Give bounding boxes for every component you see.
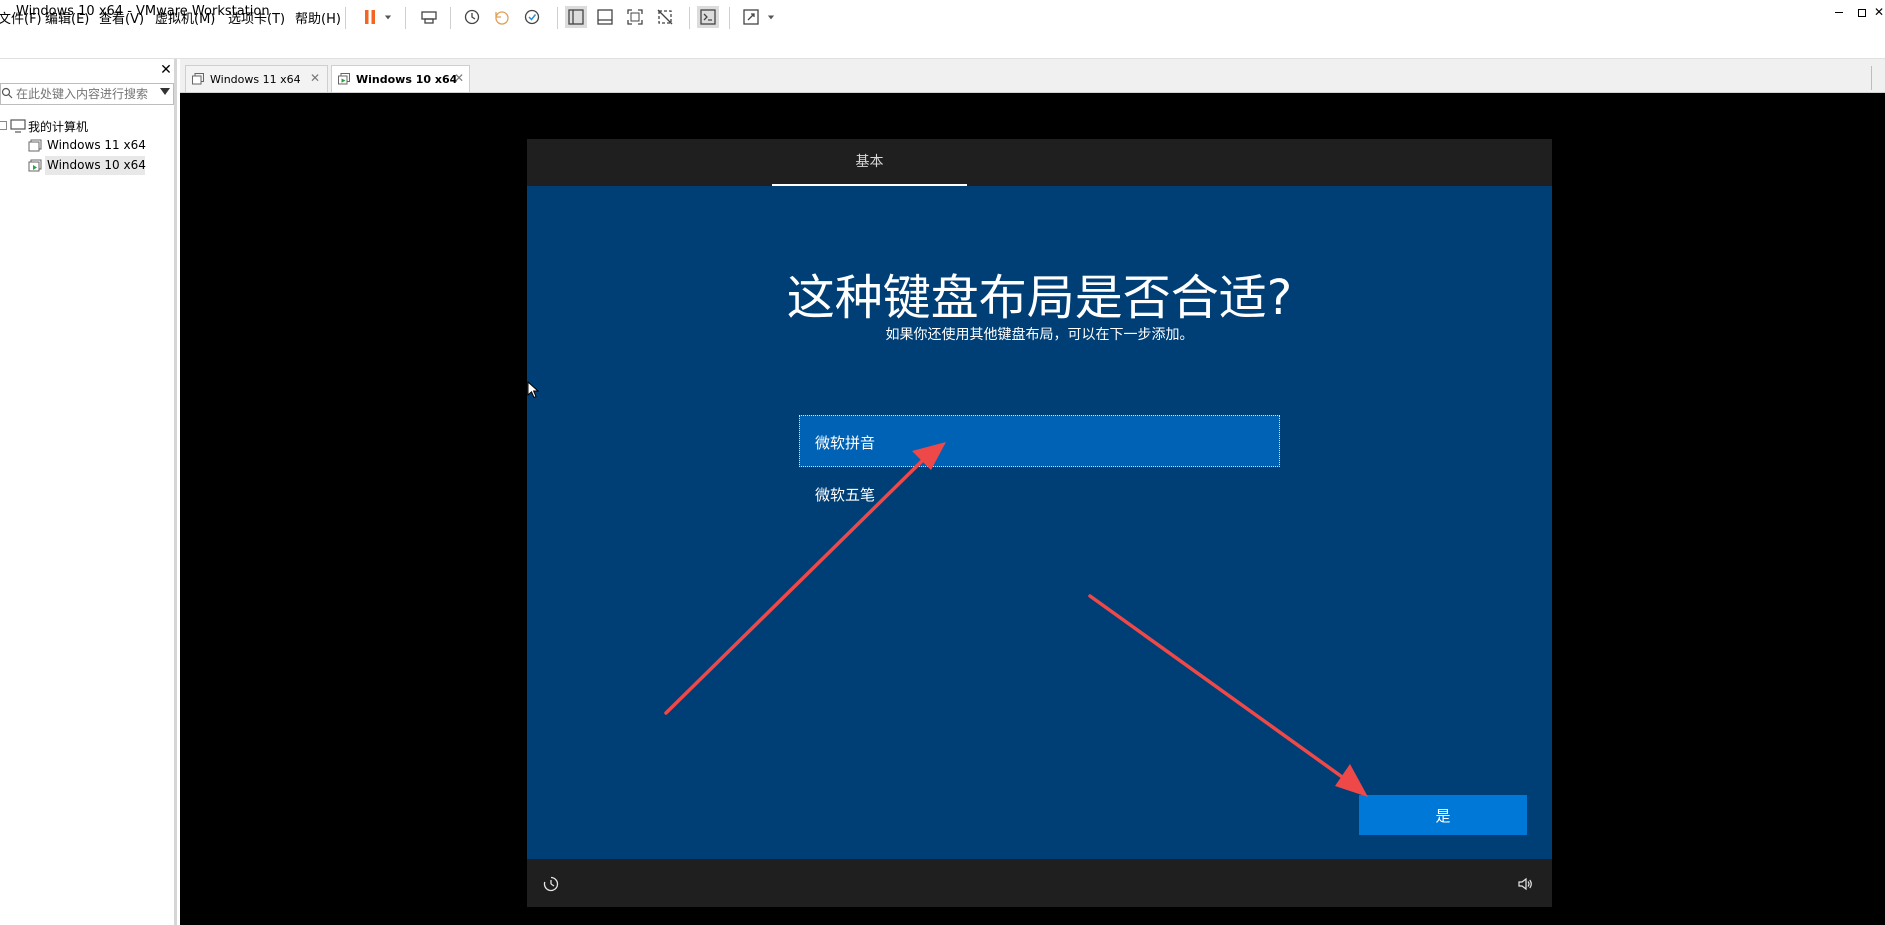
console-view-button[interactable] <box>697 6 719 28</box>
pause-icon <box>365 10 375 24</box>
chevron-down-icon <box>384 15 392 20</box>
setup-footer-bar <box>527 859 1552 907</box>
toolbar-separator <box>405 7 406 29</box>
running-vm-icon <box>338 73 350 85</box>
keyboard-send-icon <box>421 11 437 24</box>
stretch-dropdown[interactable] <box>764 6 778 28</box>
tab-strip-divider <box>1871 66 1872 90</box>
tab-label: Windows 11 x64 <box>210 73 301 86</box>
volume-button[interactable] <box>1516 875 1534 893</box>
library-search-input[interactable] <box>16 86 150 102</box>
menu-vm[interactable]: 虚拟机(M) <box>155 8 215 27</box>
full-screen-button[interactable] <box>624 6 646 28</box>
revert-icon <box>495 11 509 25</box>
clock-icon <box>464 9 480 25</box>
close-icon: ✕ <box>1873 5 1885 19</box>
tree-item-windows-10[interactable]: Windows 10 x64 <box>47 158 146 172</box>
close-window-button[interactable]: ✕ <box>1868 2 1885 22</box>
menu-file[interactable]: 文件(F) <box>0 8 42 27</box>
stretch-guest-button[interactable] <box>740 6 762 28</box>
vm-icon <box>192 73 204 85</box>
library-sidebar <box>0 59 177 925</box>
toolbar-separator <box>557 7 558 29</box>
setup-tab-underline <box>772 184 967 186</box>
menu-bar <box>0 24 1885 59</box>
show-thumbnail-bar-button[interactable] <box>594 6 616 28</box>
full-screen-icon <box>627 9 643 25</box>
search-icon <box>1 87 13 99</box>
unity-button[interactable] <box>654 6 676 28</box>
speaker-icon <box>1518 877 1532 891</box>
search-dropdown-icon[interactable] <box>160 88 170 95</box>
tab-windows-10[interactable]: Windows 10 x64 ✕ <box>331 65 470 92</box>
computer-icon <box>10 119 26 133</box>
accessibility-icon <box>543 876 559 892</box>
toolbar-separator <box>450 7 451 29</box>
menu-edit[interactable]: 编辑(E) <box>45 8 89 27</box>
accessibility-button[interactable] <box>542 875 560 893</box>
setup-subheading: 如果你还使用其他键盘布局，可以在下一步添加。 <box>885 327 1194 343</box>
snapshot-manager-icon <box>524 9 540 25</box>
console-icon <box>700 9 716 25</box>
toolbar-separator <box>689 7 690 29</box>
tab-close-icon[interactable]: ✕ <box>310 71 320 85</box>
close-icon: ✕ <box>160 62 172 78</box>
revert-snapshot-button[interactable] <box>491 6 513 28</box>
running-vm-icon <box>28 159 42 172</box>
stretch-icon <box>743 9 759 25</box>
keyboard-option-label: 微软五笔 <box>815 486 876 504</box>
tree-item-windows-11[interactable]: Windows 11 x64 <box>47 138 146 152</box>
menu-help[interactable]: 帮助(H) <box>295 8 341 27</box>
minimize-button[interactable] <box>1828 2 1850 22</box>
show-library-button[interactable] <box>565 6 587 28</box>
menu-view[interactable]: 查看(V) <box>99 8 144 27</box>
thumbnail-bar-icon <box>597 9 613 25</box>
send-ctrl-alt-del-button[interactable] <box>418 6 440 28</box>
unity-icon <box>657 9 673 25</box>
tab-close-icon[interactable]: ✕ <box>454 71 464 85</box>
tab-windows-11[interactable]: Windows 11 x64 ✕ <box>185 65 328 92</box>
mouse-cursor-icon <box>527 380 540 399</box>
sidebar-close-button[interactable]: ✕ <box>159 63 173 77</box>
menu-tabs[interactable]: 选项卡(T) <box>228 8 285 27</box>
pause-button[interactable] <box>359 6 381 28</box>
chevron-down-icon <box>767 15 775 20</box>
setup-section-tab: 基本 <box>855 154 884 170</box>
tree-root-my-computer[interactable]: 我的计算机 <box>28 118 88 135</box>
tab-label: Windows 10 x64 <box>356 73 458 86</box>
setup-heading: 这种键盘布局是否合适? <box>786 270 1293 326</box>
windows-setup-screen <box>527 139 1552 907</box>
toolbar-separator <box>729 7 730 29</box>
tree-expander-icon[interactable] <box>0 121 7 130</box>
snapshot-button[interactable] <box>461 6 483 28</box>
minimize-icon <box>1835 12 1843 13</box>
yes-button[interactable]: 是 <box>1359 795 1527 835</box>
library-panel-icon <box>568 9 584 25</box>
vm-icon <box>28 139 42 152</box>
snapshot-manager-button[interactable] <box>521 6 543 28</box>
toolbar-separator <box>345 7 346 29</box>
restore-icon <box>1858 8 1866 17</box>
pause-dropdown[interactable] <box>381 6 395 28</box>
keyboard-option-label: 微软拼音 <box>815 434 876 452</box>
setup-header-bar <box>527 139 1552 186</box>
